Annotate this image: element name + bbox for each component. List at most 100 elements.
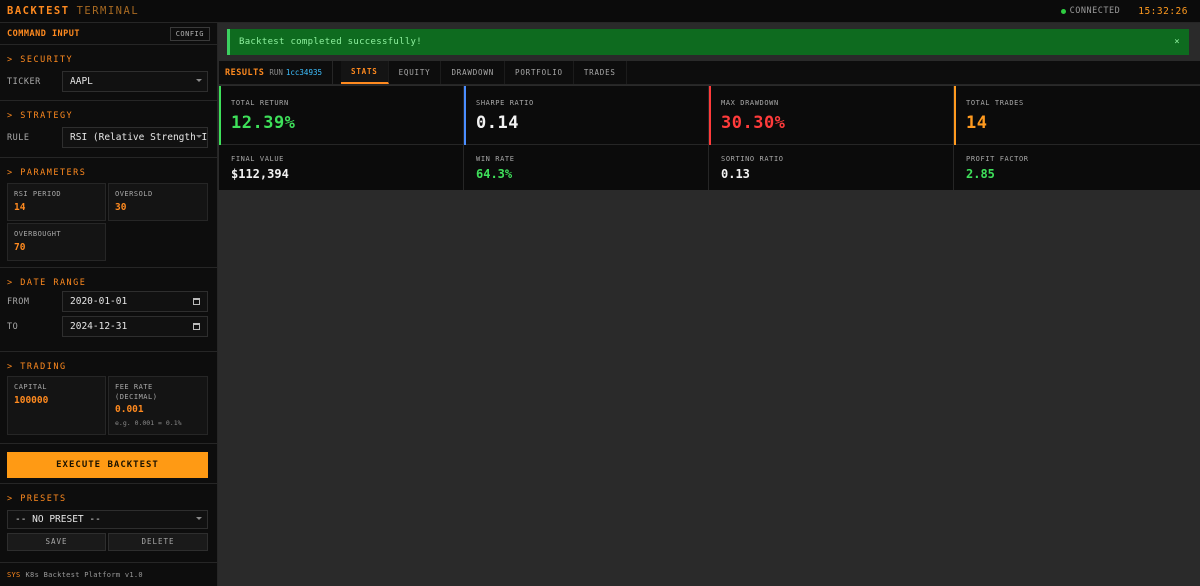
ticker-label: TICKER	[7, 76, 41, 87]
from-date-input[interactable]: 2020-01-01	[62, 291, 208, 312]
platform-version: K8s Backtest Platform v1.0	[25, 570, 143, 579]
calendar-icon[interactable]	[193, 323, 200, 330]
rsi-period-field[interactable]: RSI PERIOD 14	[7, 183, 106, 221]
delete-preset-button[interactable]: DELETE	[108, 533, 208, 551]
stat-final-value: FINAL VALUE $112,394	[219, 145, 464, 190]
stat-accent	[954, 86, 956, 145]
run-label: RUN	[269, 68, 283, 77]
date-range-section: > DATE RANGE FROM 2020-01-01 TO 2024-12-…	[0, 268, 217, 352]
main-panel: Backtest completed successfully! × RESUL…	[219, 23, 1200, 586]
stat-value: 64.3%	[476, 167, 513, 181]
date-range-title: > DATE RANGE	[7, 278, 87, 288]
stats-panel: TOTAL RETURN 12.39% SHARPE RATIO 0.14 MA…	[219, 86, 1200, 190]
stat-value: 12.39%	[231, 113, 296, 133]
results-tabs-bar: RESULTS RUN 1cc34935 STATS EQUITY DRAWDO…	[219, 61, 1200, 85]
oversold-field[interactable]: OVERSOLD 30	[108, 183, 208, 221]
stat-label: SORTINO RATIO	[721, 155, 784, 163]
stat-profit-factor: PROFIT FACTOR 2.85	[954, 145, 1200, 190]
status-area: CONNECTED 15:32:26	[1060, 5, 1193, 17]
preset-value: -- NO PRESET --	[15, 514, 101, 525]
to-label: TO	[7, 321, 19, 332]
stat-value: 0.13	[721, 167, 750, 181]
stat-label: FINAL VALUE	[231, 155, 284, 163]
overbought-field[interactable]: OVERBOUGHT 70	[7, 223, 106, 261]
oversold-value: 30	[115, 202, 127, 213]
sidebar-footer: SYS K8s Backtest Platform v1.0	[0, 562, 218, 586]
close-icon[interactable]: ×	[1174, 37, 1180, 47]
stat-accent	[709, 86, 711, 145]
fee-rate-label: FEE RATE	[115, 383, 153, 391]
strategy-section: > STRATEGY RULE RSI (Relative Strength I…	[0, 101, 217, 158]
tab-drawdown[interactable]: DRAWDOWN	[441, 61, 506, 84]
ticker-value: AAPL	[70, 76, 93, 87]
tab-portfolio[interactable]: PORTFOLIO	[505, 61, 574, 84]
status-dot-icon	[1060, 8, 1066, 14]
stat-max-drawdown: MAX DRAWDOWN 30.30%	[709, 86, 954, 145]
config-button[interactable]: CONFIG	[169, 26, 210, 41]
chevron-down-icon	[196, 79, 202, 82]
success-alert: Backtest completed successfully! ×	[227, 29, 1189, 55]
stat-win-rate: WIN RATE 64.3%	[464, 145, 709, 190]
rule-value: RSI (Relative Strength Index)	[70, 132, 208, 143]
calendar-icon[interactable]	[193, 298, 200, 305]
results-title: RESULTS	[225, 67, 265, 78]
tab-stats[interactable]: STATS	[341, 61, 389, 84]
sys-tag: SYS	[7, 570, 21, 579]
success-message: Backtest completed successfully!	[239, 37, 422, 47]
capital-label: CAPITAL	[14, 383, 48, 391]
fee-rate-field[interactable]: FEE RATE (DECIMAL) 0.001 e.g. 0.001 = 0.…	[108, 376, 208, 435]
results-header: RESULTS RUN 1cc34935	[219, 61, 333, 84]
rsi-period-value: 14	[14, 202, 26, 213]
command-input-header: COMMAND INPUT CONFIG	[0, 23, 217, 45]
fee-rate-hint: e.g. 0.001 = 0.1%	[115, 419, 182, 427]
ticker-select[interactable]: AAPL	[62, 71, 208, 92]
tab-equity[interactable]: EQUITY	[389, 61, 442, 84]
rule-select[interactable]: RSI (Relative Strength Index)	[62, 127, 208, 148]
stat-label: TOTAL TRADES	[966, 99, 1024, 107]
stat-accent	[464, 86, 466, 145]
stat-sortino-ratio: SORTINO RATIO 0.13	[709, 145, 954, 190]
clock: 15:32:26	[1138, 5, 1188, 17]
overbought-value: 70	[14, 242, 26, 253]
presets-section: > PRESETS -- NO PRESET -- SAVE DELETE	[0, 484, 217, 560]
parameters-title: > PARAMETERS	[7, 168, 87, 178]
top-bar: BACKTEST TERMINAL CONNECTED 15:32:26	[0, 0, 1200, 23]
preset-select[interactable]: -- NO PRESET --	[7, 510, 208, 529]
save-preset-button[interactable]: SAVE	[7, 533, 106, 551]
stat-value: 2.85	[966, 167, 995, 181]
execute-section: EXECUTE BACKTEST	[0, 444, 217, 484]
stat-total-return: TOTAL RETURN 12.39%	[219, 86, 464, 145]
chevron-down-icon	[196, 517, 202, 520]
stat-label: MAX DRAWDOWN	[721, 99, 779, 107]
execute-backtest-button[interactable]: EXECUTE BACKTEST	[7, 452, 208, 478]
fee-rate-value: 0.001	[115, 404, 144, 415]
rsi-period-label: RSI PERIOD	[14, 190, 62, 198]
stat-label: SHARPE RATIO	[476, 99, 534, 107]
stat-label: TOTAL RETURN	[231, 99, 289, 107]
to-date-value: 2024-12-31	[70, 321, 128, 332]
stat-accent	[219, 86, 221, 145]
stat-value: 0.14	[476, 113, 519, 133]
from-label: FROM	[7, 296, 30, 307]
stat-label: PROFIT FACTOR	[966, 155, 1029, 163]
app-brand-sub: TERMINAL	[76, 5, 140, 17]
stat-label: WIN RATE	[476, 155, 515, 163]
fee-rate-sublabel: (DECIMAL)	[115, 393, 158, 401]
capital-field[interactable]: CAPITAL 100000	[7, 376, 106, 435]
stat-value: 30.30%	[721, 113, 786, 133]
capital-value: 100000	[14, 395, 49, 406]
tab-trades[interactable]: TRADES	[574, 61, 627, 84]
app-brand: BACKTEST	[7, 5, 70, 17]
secondary-stats-row: FINAL VALUE $112,394 WIN RATE 64.3% SORT…	[219, 145, 1200, 190]
overbought-label: OVERBOUGHT	[14, 230, 62, 238]
strategy-title: > STRATEGY	[7, 111, 74, 121]
to-date-input[interactable]: 2024-12-31	[62, 316, 208, 337]
sidebar: COMMAND INPUT CONFIG > SECURITY TICKER A…	[0, 23, 218, 586]
chevron-down-icon	[196, 135, 202, 138]
stat-total-trades: TOTAL TRADES 14	[954, 86, 1200, 145]
stat-value: 14	[966, 113, 988, 133]
connection-status-label: CONNECTED	[1069, 6, 1121, 16]
oversold-label: OVERSOLD	[115, 190, 153, 198]
presets-title: > PRESETS	[7, 494, 67, 504]
stat-sharpe-ratio: SHARPE RATIO 0.14	[464, 86, 709, 145]
